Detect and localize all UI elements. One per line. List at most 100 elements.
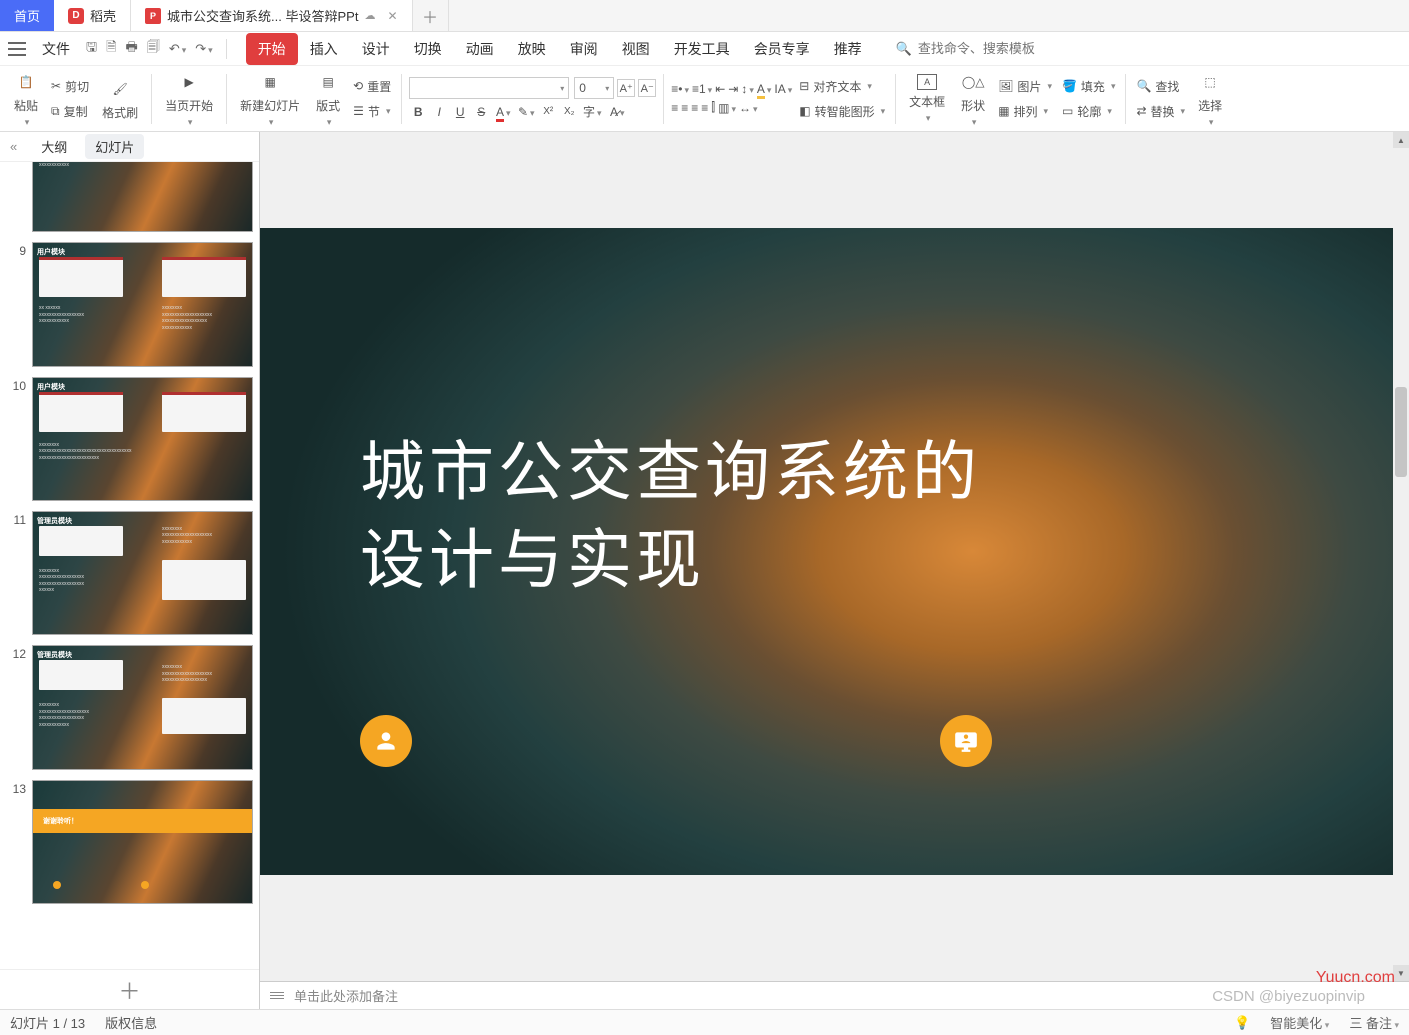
slide-canvas[interactable]: 城市公交查询系统的 设计与实现 [260, 228, 1409, 874]
copyright-info[interactable]: 版权信息 [105, 1013, 157, 1032]
fill-button[interactable]: 🪣填充 [1059, 76, 1119, 97]
thumb-slide[interactable]: 用户模块 xxxxxxxxxxxxxxxxxxxxxxxxxxxxxxxxxxx… [32, 377, 253, 501]
convert-smart-button[interactable]: ◧转智能图形 [796, 101, 888, 122]
outline-button[interactable]: ▭轮廓 [1059, 101, 1119, 122]
align-text-button[interactable]: ⊟对齐文本 [796, 76, 888, 97]
thumbnail-item[interactable]: 11 管理员模块 xxxxxxxxxxxxxxxxxxxxxxxxxxxxxxx… [6, 511, 253, 635]
indent-decrease-icon[interactable]: ⇤ [715, 82, 725, 96]
highlight-icon[interactable]: ✎ [516, 105, 536, 119]
thumb-slide[interactable]: 用户模块 xx xxxxxxxxxxxxxxxxxxxxxxxxxxxxxxxx… [32, 242, 253, 366]
bullets-icon[interactable]: ≡• [671, 82, 689, 96]
from-current-button[interactable]: ▶ 当页开始 [159, 67, 219, 131]
copy-button[interactable]: ⧉复制 [48, 101, 92, 122]
undo-icon[interactable]: ↶ [169, 41, 186, 57]
align-right-icon[interactable]: ≡ [691, 101, 698, 115]
text-direction-icon[interactable]: IA [774, 82, 792, 96]
shape-button[interactable]: ◯△ 形状 [955, 67, 991, 131]
font-combo[interactable]: ▾ [409, 77, 569, 99]
decrease-font-icon[interactable]: A⁻ [638, 79, 656, 97]
arrange-button[interactable]: ▦排列 [995, 101, 1055, 122]
strike-icon[interactable]: S [472, 105, 490, 119]
outline-tab[interactable]: 大纲 [31, 134, 77, 159]
font-size-combo[interactable]: 0▾ [574, 77, 614, 99]
search-input[interactable] [918, 41, 1078, 56]
ribbon-tab-review[interactable]: 审阅 [558, 33, 610, 65]
select-button[interactable]: ⬚ 选择 [1192, 67, 1228, 131]
change-case-icon[interactable]: 字 [581, 103, 603, 120]
scroll-up-icon[interactable]: ▲ [1393, 132, 1409, 148]
ribbon-tab-view[interactable]: 视图 [610, 33, 662, 65]
distribute-icon[interactable]: ⫿ [711, 100, 715, 115]
ribbon-tab-devtools[interactable]: 开发工具 [662, 33, 742, 65]
clear-format-icon[interactable]: A̷ [606, 105, 628, 119]
new-slide-button[interactable]: ▦ 新建幻灯片 [234, 67, 306, 131]
thumbnail-item[interactable]: 12 管理员模块 xxxxxxxxxxxxxxxxxxxxxxxxxxxxxxx… [6, 645, 253, 769]
slides-tab[interactable]: 幻灯片 [85, 134, 144, 159]
notes-placeholder[interactable]: 单击此处添加备注 [294, 986, 398, 1005]
format-painter-button[interactable]: 🖌 格式刷 [96, 74, 144, 124]
align-justify-icon[interactable]: ≡ [701, 101, 708, 115]
thumbnails-list[interactable]: xxxxxxxxxxxxxxxxxxxxxxxxxxxxxxxx 9 用户模块 … [0, 162, 259, 969]
tab-docker[interactable]: D 稻壳 [54, 0, 131, 31]
text-highlight-icon[interactable]: A [757, 82, 772, 96]
ribbon-tab-transition[interactable]: 切换 [402, 33, 454, 65]
ribbon-tab-design[interactable]: 设计 [350, 33, 402, 65]
paste-button[interactable]: 📋 粘贴 [8, 67, 44, 131]
command-search[interactable]: 🔍 [896, 41, 1078, 57]
hamburger-icon[interactable] [8, 42, 26, 56]
bulb-icon[interactable]: 💡 [1234, 1015, 1250, 1031]
italic-icon[interactable]: I [430, 105, 448, 119]
numbering-icon[interactable]: ≡1 [692, 82, 712, 96]
collapse-panel-icon[interactable]: « [10, 139, 17, 154]
notes-toggle[interactable]: 三 备注 [1349, 1013, 1399, 1032]
layout-button[interactable]: ▤ 版式 [310, 67, 346, 131]
thumb-slide[interactable]: 谢谢聆听！ [32, 780, 253, 904]
thumb-slide[interactable]: 管理员模块 xxxxxxxxxxxxxxxxxxxxxxxxxxxxxxxxxx… [32, 511, 253, 635]
computer-icon[interactable] [940, 715, 992, 767]
underline-icon[interactable]: U [451, 105, 469, 119]
thumb-slide[interactable]: 管理员模块 xxxxxxxxxxxxxxxxxxxxxxxxxxxxxxxxxx… [32, 645, 253, 769]
ribbon-tab-insert[interactable]: 插入 [298, 33, 350, 65]
ribbon-tab-member[interactable]: 会员专享 [742, 33, 822, 65]
thumbnail-item[interactable]: 9 用户模块 xx xxxxxxxxxxxxxxxxxxxxxxxxxxxxxx… [6, 242, 253, 366]
notes-bar[interactable]: 单击此处添加备注 [260, 981, 1409, 1009]
redo-icon[interactable]: ↷ [195, 41, 212, 57]
scroll-thumb[interactable] [1395, 387, 1407, 477]
find-button[interactable]: 🔍查找 [1133, 76, 1188, 97]
presenter-icon[interactable] [360, 715, 412, 767]
tab-home[interactable]: 首页 [0, 0, 54, 31]
print-icon[interactable]: 🖶 [126, 38, 138, 60]
add-slide-button[interactable]: ＋ [0, 969, 259, 1009]
thumb-slide[interactable]: xxxxxxxxxxxxxxxxxxxxxxxxxxxxxxxx [32, 162, 253, 232]
cut-button[interactable]: ✂剪切 [48, 76, 92, 97]
increase-font-icon[interactable]: A⁺ [617, 79, 635, 97]
save-icon[interactable]: 🖫 [86, 38, 97, 60]
tab-document[interactable]: P 城市公交查询系统... 毕设答辩PPt ☁ ✕ [131, 0, 412, 31]
superscript-icon[interactable]: X² [539, 106, 557, 117]
align-center-icon[interactable]: ≡ [681, 101, 688, 115]
thumbnail-item[interactable]: xxxxxxxxxxxxxxxxxxxxxxxxxxxxxxxx [6, 162, 253, 232]
subscript-icon[interactable]: X₂ [560, 106, 578, 117]
close-icon[interactable]: ✕ [387, 9, 397, 23]
save-as-icon[interactable]: 🗎 [106, 38, 116, 60]
ribbon-tab-animation[interactable]: 动画 [454, 33, 506, 65]
ribbon-tab-slideshow[interactable]: 放映 [506, 33, 558, 65]
smart-beautify[interactable]: 智能美化 [1270, 1013, 1329, 1032]
slide-title[interactable]: 城市公交查询系统的 设计与实现 [360, 428, 981, 604]
indent-increase-icon[interactable]: ⇥ [728, 82, 738, 96]
thumbnail-item[interactable]: 10 用户模块 xxxxxxxxxxxxxxxxxxxxxxxxxxxxxxxx… [6, 377, 253, 501]
columns-icon[interactable]: ▥ [718, 101, 736, 115]
ribbon-tab-recommend[interactable]: 推荐 [822, 33, 874, 65]
spacing-icon[interactable]: ↔ [739, 101, 758, 115]
textbox-button[interactable]: A 文本框 [903, 71, 951, 127]
print-preview-icon[interactable]: 🗐 [147, 38, 160, 60]
file-menu[interactable]: 文件 [42, 39, 70, 59]
section-button[interactable]: ☰节 [350, 101, 394, 122]
thumbnail-item[interactable]: 13 谢谢聆听！ [6, 780, 253, 904]
bold-icon[interactable]: B [409, 105, 427, 119]
vertical-scrollbar[interactable]: ▲ ▼ [1393, 132, 1409, 981]
align-left-icon[interactable]: ≡ [671, 101, 678, 115]
picture-button[interactable]: 🖼图片 [995, 76, 1055, 97]
ribbon-tab-start[interactable]: 开始 [246, 33, 298, 65]
tab-add[interactable]: ＋ [413, 0, 449, 31]
